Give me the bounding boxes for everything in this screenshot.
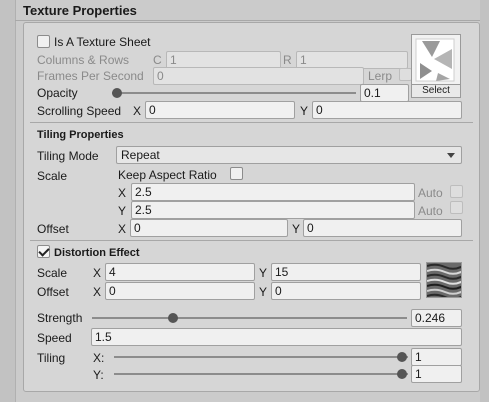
distortion-scale-x-label: X	[93, 266, 102, 280]
lerp-label: Lerp	[368, 69, 393, 83]
section-title: Texture Properties	[23, 3, 137, 18]
distortion-scale-label: Scale	[37, 266, 68, 280]
distortion-effect-checkbox[interactable]	[37, 245, 50, 258]
distortion-offset-x-field[interactable]: 0	[105, 282, 255, 300]
texture-preview[interactable]: Select	[411, 34, 461, 98]
scale-y-label: Y	[118, 204, 127, 218]
title-divider	[15, 20, 480, 21]
divider	[30, 122, 473, 123]
scrolling-speed-label: Scrolling Speed	[37, 104, 122, 118]
texture-sheet-label: Is A Texture Sheet	[54, 35, 151, 49]
strength-slider-handle[interactable]	[168, 313, 178, 323]
distortion-scale-y-label: Y	[259, 266, 268, 280]
scale-x-auto-label: Auto	[418, 186, 443, 200]
strength-label: Strength	[37, 311, 83, 325]
distortion-offset-x-label: X	[93, 285, 102, 299]
tiling-x-slider-handle[interactable]	[397, 352, 407, 362]
tiling-y-slider-handle[interactable]	[397, 369, 407, 379]
opacity-slider-track[interactable]	[112, 92, 356, 94]
speed-field[interactable]: 1.5	[91, 328, 462, 346]
offset-y-label: Y	[292, 222, 301, 236]
tiling-properties-header: Tiling Properties	[37, 129, 124, 141]
tiling-x-slider-track[interactable]	[114, 356, 408, 358]
opacity-field[interactable]: 0.1	[360, 84, 409, 102]
texture-sheet-checkbox[interactable]	[37, 35, 50, 48]
strength-slider-track[interactable]	[92, 317, 407, 319]
distortion-offset-y-label: Y	[259, 285, 268, 299]
columns-rows-label: Columns & Rows	[37, 53, 130, 67]
speed-label: Speed	[37, 331, 72, 345]
keep-aspect-label: Keep Aspect Ratio	[118, 168, 217, 182]
texture-pattern-icon	[415, 38, 455, 82]
scrollbar[interactable]	[480, 0, 489, 402]
opacity-slider-handle[interactable]	[112, 88, 122, 98]
tiling-y-slider-track[interactable]	[114, 373, 408, 375]
strength-field[interactable]: 0.246	[411, 309, 462, 327]
tiling-x-field[interactable]: 1	[411, 348, 462, 366]
fps-field[interactable]: 0	[153, 67, 364, 85]
tiling-y-field[interactable]: 1	[411, 365, 462, 383]
select-texture-button[interactable]: Select	[412, 84, 460, 97]
distortion-noise-preview[interactable]	[426, 262, 462, 298]
tiling-mode-label: Tiling Mode	[37, 149, 99, 163]
noise-texture-icon	[427, 263, 461, 297]
scale-x-label: X	[118, 186, 127, 200]
distortion-scale-y-field[interactable]: 15	[271, 263, 421, 281]
scale-x-auto-checkbox[interactable]	[450, 185, 463, 198]
chevron-down-icon	[447, 153, 455, 158]
tiling-mode-dropdown[interactable]: Repeat	[116, 146, 462, 164]
offset-x-label: X	[118, 222, 127, 236]
offset-y-field[interactable]: 0	[303, 219, 462, 237]
scale-y-field[interactable]: 2.5	[131, 201, 415, 219]
scale-y-auto-label: Auto	[418, 204, 443, 218]
scale-x-field[interactable]: 2.5	[131, 183, 415, 201]
distortion-scale-x-field[interactable]: 4	[105, 263, 255, 281]
scrolling-speed-x-label: X	[133, 104, 142, 118]
tiling-x-label: X:	[93, 351, 105, 365]
divider	[30, 240, 473, 241]
columns-label: C	[153, 53, 162, 67]
scrolling-speed-x-field[interactable]: 0	[145, 101, 295, 119]
distortion-offset-label: Offset	[37, 285, 69, 299]
offset-x-field[interactable]: 0	[130, 219, 288, 237]
opacity-label: Opacity	[37, 86, 78, 100]
scale-y-auto-checkbox[interactable]	[450, 201, 463, 214]
scrolling-speed-y-label: Y	[300, 104, 309, 118]
distortion-offset-y-field[interactable]: 0	[271, 282, 421, 300]
distortion-effect-label: Distortion Effect	[54, 247, 140, 259]
tiling-y-label: Y:	[93, 368, 104, 382]
keep-aspect-checkbox[interactable]	[230, 167, 243, 180]
rows-label: R	[283, 53, 292, 67]
distortion-tiling-label: Tiling	[37, 351, 66, 365]
scrolling-speed-y-field[interactable]: 0	[312, 101, 462, 119]
tiling-mode-value: Repeat	[121, 148, 160, 162]
scale-label: Scale	[37, 169, 68, 183]
fps-label: Frames Per Second	[37, 69, 144, 83]
offset-label: Offset	[37, 222, 69, 236]
